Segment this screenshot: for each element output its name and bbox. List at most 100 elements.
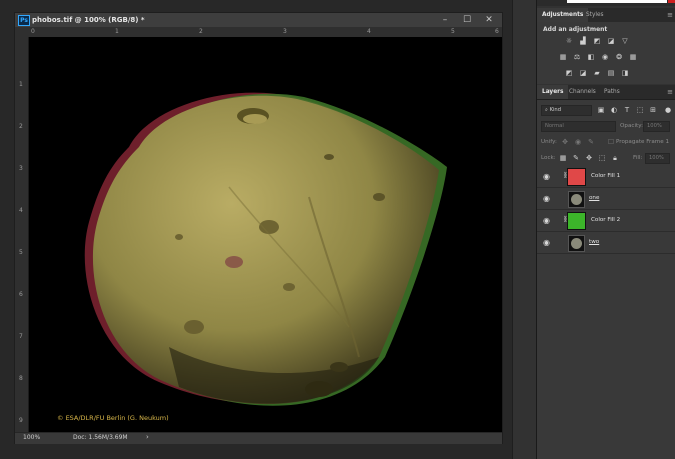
panel-menu-icon[interactable]: ≡ <box>667 8 673 22</box>
ruler-tick-label: 5 <box>19 249 23 256</box>
document-title: phobos.tif @ 100% (RGB/8) * <box>32 16 145 24</box>
type-filter-icon[interactable]: T <box>623 106 631 114</box>
filter-toggle-icon[interactable]: ● <box>664 106 672 114</box>
visibility-eye-icon[interactable]: ◉ <box>543 238 552 247</box>
unify-row: Unify: ✥ ◉ ✎ ☐ Propagate Frame 1 <box>537 135 675 149</box>
layer-filter-row: ⌕ Kind ▣ ◐ T ⬚ ⊞ ● <box>537 103 675 117</box>
lock-position-icon[interactable]: ✥ <box>585 154 593 162</box>
layer-name[interactable]: Color Fill 1 <box>591 173 620 179</box>
brightness-contrast-icon[interactable]: ☼ <box>565 37 573 45</box>
channel-mixer-icon[interactable]: ❂ <box>615 53 623 61</box>
phobos-image <box>84 92 448 406</box>
vibrance-triangle-icon[interactable]: ▽ <box>621 37 629 45</box>
ruler-tick-label: 6 <box>19 291 23 298</box>
adjustments-panel: Add an adjustment ☼ ▟ ◩ ◪ ▽ ▦ ⚖ ◧ ◉ ❂ ▦ … <box>537 22 675 84</box>
blend-row: Normal Opacity: 100% <box>537 119 675 133</box>
ruler-tick-label: 4 <box>19 207 23 214</box>
layer-thumbnail <box>567 212 586 230</box>
ruler-tick-label: 3 <box>19 165 23 172</box>
visibility-eye-icon[interactable]: ◉ <box>543 172 552 181</box>
minimize-button[interactable]: – <box>434 13 456 27</box>
layer-row[interactable]: ◉ two <box>537 232 675 254</box>
filter-kind-select[interactable]: ⌕ Kind <box>541 105 592 116</box>
adjustment-filter-icon[interactable]: ◐ <box>610 106 618 114</box>
ruler-tick-label: 2 <box>19 123 23 130</box>
ruler-tick-label: 9 <box>19 417 23 424</box>
photoshop-badge-icon: Ps <box>18 15 30 26</box>
lock-all-icon[interactable]: 🔒︎ <box>611 154 619 162</box>
exposure-icon[interactable]: ◪ <box>607 37 615 45</box>
ruler-tick-label: 8 <box>19 375 23 382</box>
moon-thumbnail-icon <box>571 194 582 205</box>
topbar-close-icon[interactable] <box>668 0 675 3</box>
layer-name[interactable]: one <box>589 195 599 201</box>
invert-icon[interactable]: ◩ <box>565 69 573 77</box>
curves-icon[interactable]: ◩ <box>593 37 601 45</box>
status-menu-arrow-icon[interactable]: › <box>146 433 149 441</box>
blend-mode-select[interactable]: Normal <box>541 121 616 132</box>
lock-artboard-icon[interactable]: ⬚ <box>598 154 606 162</box>
right-panel-dock: Adjustments Styles ≡ Add an adjustment ☼… <box>536 0 675 459</box>
propagate-checkbox[interactable]: ☐ <box>607 138 615 146</box>
layer-name[interactable]: Color Fill 2 <box>591 217 620 223</box>
close-button[interactable]: ✕ <box>478 13 500 27</box>
image-canvas[interactable] <box>29 37 502 432</box>
layers-tabbar: Layers Channels Paths ≡ <box>537 85 675 100</box>
layer-row[interactable]: ◉ ⛓ Color Fill 2 <box>537 210 675 232</box>
ruler-tick-label: 3 <box>283 28 287 35</box>
lock-transparent-icon[interactable]: ▦ <box>559 154 567 162</box>
status-bar: 100% Doc: 1.56M/3.69M › <box>15 432 502 444</box>
ruler-tick-label: 0 <box>31 28 35 35</box>
unify-style-icon[interactable]: ✎ <box>587 138 595 146</box>
visibility-eye-icon[interactable]: ◉ <box>543 216 552 225</box>
document-tab[interactable]: Ps phobos.tif @ 100% (RGB/8) * – ☐ ✕ <box>15 13 502 28</box>
color-balance-icon[interactable]: ⚖ <box>573 53 581 61</box>
panel-topbar <box>537 0 675 6</box>
panel-menu-icon[interactable]: ≡ <box>667 85 673 99</box>
black-white-icon[interactable]: ◧ <box>587 53 595 61</box>
shape-filter-icon[interactable]: ⬚ <box>636 106 644 114</box>
levels-icon[interactable]: ▟ <box>579 37 587 45</box>
threshold-icon[interactable]: ▰ <box>593 69 601 77</box>
hue-saturation-icon[interactable]: ▦ <box>559 53 567 61</box>
posterize-icon[interactable]: ◪ <box>579 69 587 77</box>
selective-color-icon[interactable]: ◨ <box>621 69 629 77</box>
document-size: Doc: 1.56M/3.69M <box>73 434 128 441</box>
visibility-eye-icon[interactable]: ◉ <box>543 194 552 203</box>
lock-row: Lock: ▦ ✎ ✥ ⬚ 🔒︎ Fill: 100% <box>537 151 675 165</box>
opacity-input[interactable]: 100% <box>643 121 670 132</box>
photo-filter-icon[interactable]: ◉ <box>601 53 609 61</box>
tab-paths[interactable]: Paths <box>599 85 625 99</box>
layer-row[interactable]: ◉ one <box>537 188 675 210</box>
maximize-button[interactable]: ☐ <box>456 13 478 27</box>
fill-label: Fill: <box>633 155 643 161</box>
moon-thumbnail-icon <box>571 238 582 249</box>
ruler-tick-label: 6 <box>495 28 499 35</box>
image-credit: © ESA/DLR/FU Berlin (G. Neukum) <box>57 414 169 422</box>
ruler-tick-label: 7 <box>19 333 23 340</box>
layers-panel: ⌕ Kind ▣ ◐ T ⬚ ⊞ ● Normal Opacity: 100% … <box>537 100 675 459</box>
zoom-level[interactable]: 100% <box>23 434 40 441</box>
ruler-tick-label: 5 <box>451 28 455 35</box>
propagate-label: Propagate Frame 1 <box>616 139 670 145</box>
color-lookup-icon[interactable]: ▦ <box>629 53 637 61</box>
filter-kind-value: Kind <box>549 107 561 113</box>
unify-visibility-icon[interactable]: ◉ <box>574 138 582 146</box>
pixel-filter-icon[interactable]: ▣ <box>597 106 605 114</box>
panel-icon-strip <box>512 0 537 459</box>
unify-position-icon[interactable]: ✥ <box>561 138 569 146</box>
layer-row[interactable]: ◉ ⛓ Color Fill 1 <box>537 166 675 188</box>
layer-name[interactable]: two <box>589 239 599 245</box>
smart-object-filter-icon[interactable]: ⊞ <box>649 106 657 114</box>
fill-input[interactable]: 100% <box>645 153 670 164</box>
ruler-corner <box>15 27 29 37</box>
add-adjustment-label: Add an adjustment <box>543 26 608 33</box>
tab-styles[interactable]: Styles <box>581 8 609 22</box>
lock-pixels-icon[interactable]: ✎ <box>572 154 580 162</box>
topbar-bar <box>567 0 667 3</box>
lock-label: Lock: <box>541 155 556 161</box>
tab-channels[interactable]: Channels <box>564 85 601 99</box>
gradient-map-icon[interactable]: ▤ <box>607 69 615 77</box>
ruler-vertical[interactable]: 1 2 3 4 5 6 7 8 9 <box>15 37 29 432</box>
layer-thumbnail <box>568 191 585 208</box>
